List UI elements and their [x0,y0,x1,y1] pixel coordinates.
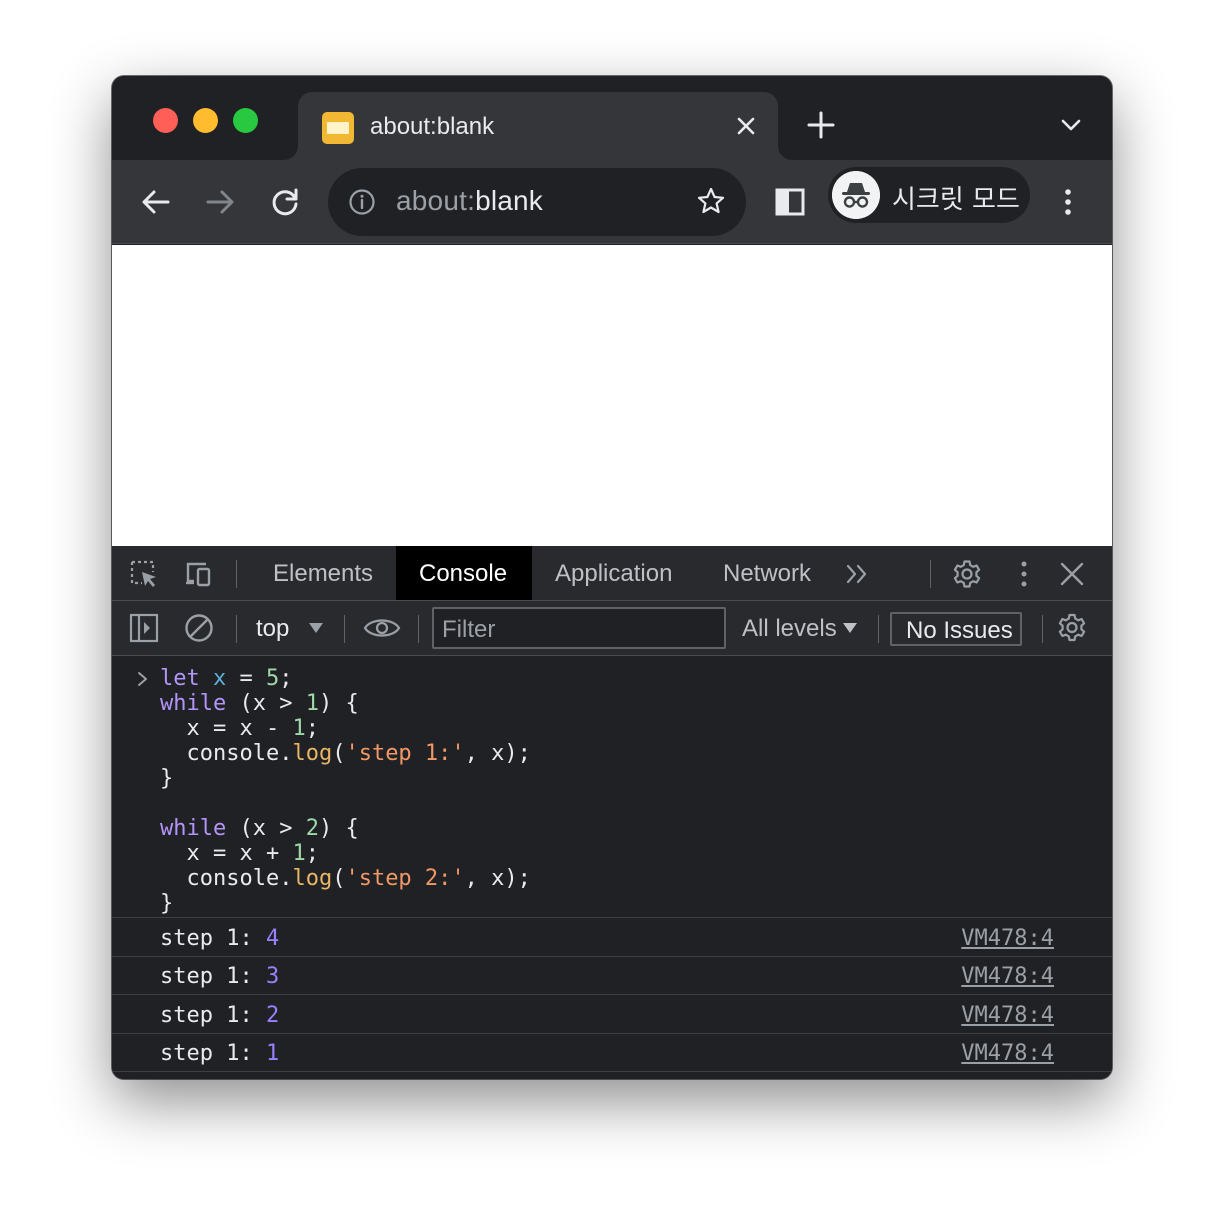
browser-window: about:blank about:blank 시크릿 모드 Elements … [112,76,1112,1079]
message-text: step 1: 3 [160,964,280,989]
console-input-entry: let x = 5; while (x > 1) { x = x - 1; co… [112,656,1112,918]
console-toolbar: top Filter All levels No Issues [112,601,1112,656]
code-line: let x = 5; [160,666,293,691]
toolbar-divider [1042,615,1043,643]
side-panel-icon[interactable] [772,184,808,220]
incognito-label: 시크릿 모드 [892,185,1020,215]
tab-title: about:blank [370,113,495,140]
element-picker-icon[interactable] [129,559,159,589]
tab-application[interactable]: Application [532,546,684,600]
reload-icon[interactable] [267,184,303,220]
page-favicon-icon [322,112,354,144]
more-tabs-chevron-icon[interactable] [844,559,874,589]
message-text: step 1: 2 [160,1003,280,1028]
console-message: step 1: 4 VM478:4 [112,919,1112,957]
filter-input[interactable]: Filter [432,607,726,649]
toolbar-divider [236,615,237,643]
settings-gear-icon[interactable] [952,559,982,589]
incognito-profile-button[interactable]: 시크릿 모드 [828,167,1030,223]
context-selector[interactable]: top [256,615,289,643]
zoom-window-button[interactable] [233,108,258,133]
message-source-link[interactable]: VM478:4 [961,964,1054,989]
devtools-panel: Elements Console Application Network top… [112,546,1112,1079]
message-source-link[interactable]: VM478:4 [961,926,1054,951]
device-toolbar-icon[interactable] [184,559,214,589]
sidebar-toggle-icon[interactable] [129,613,159,643]
toolbar-divider [418,615,419,643]
log-levels-dropdown[interactable]: All levels [742,615,837,643]
incognito-icon [832,171,880,219]
address-url: about:blank [396,185,543,216]
message-source-link[interactable]: VM478:4 [961,1003,1054,1028]
code-line: } [160,891,174,916]
kebab-menu-icon[interactable] [1050,184,1086,220]
toolbar-divider [236,560,237,588]
code-line: console.log('step 2:', x); [160,866,531,891]
console-message: step 1: 1 VM478:4 [112,1034,1112,1072]
close-window-button[interactable] [153,108,178,133]
issues-button[interactable]: No Issues [890,612,1022,646]
console-settings-gear-icon[interactable] [1057,613,1087,643]
code-line: console.log('step 1:', x); [160,741,531,766]
message-text: step 1: 4 [160,926,280,951]
forward-arrow-icon[interactable] [202,184,238,220]
console-message: step 1: 3 VM478:4 [112,957,1112,995]
levels-dropdown-arrow-icon[interactable] [843,623,857,633]
console-message: step 1: 2 VM478:4 [112,996,1112,1034]
code-line: x = x + 1; [160,841,319,866]
address-bar[interactable]: about:blank [328,168,746,236]
bookmark-star-icon[interactable] [696,186,726,216]
devtools-tab-bar: Elements Console Application Network [112,546,1112,601]
tab-console[interactable]: Console [396,546,532,600]
browser-toolbar: about:blank 시크릿 모드 [112,160,1112,244]
code-line: while (x > 1) { [160,691,359,716]
clear-console-icon[interactable] [184,613,214,643]
info-icon[interactable] [348,188,376,216]
prompt-chevron-icon [138,672,147,686]
tab-strip: about:blank [112,76,1112,160]
tab-network[interactable]: Network [702,546,822,600]
message-source-link[interactable]: VM478:4 [961,1041,1054,1066]
page-viewport[interactable] [112,245,1112,546]
context-dropdown-arrow-icon[interactable] [309,623,323,633]
toolbar-divider [930,560,931,588]
back-arrow-icon[interactable] [138,184,174,220]
code-line: } [160,766,174,791]
browser-tab[interactable]: about:blank [298,92,778,160]
tab-elements[interactable]: Elements [254,546,390,600]
devtools-menu-icon[interactable] [1009,559,1039,589]
code-line: x = x - 1; [160,716,319,741]
live-expression-eye-icon[interactable] [363,613,401,643]
close-devtools-icon[interactable] [1057,559,1087,589]
chevron-down-icon[interactable] [1060,114,1082,136]
toolbar-divider [878,615,879,643]
console-output[interactable]: let x = 5; while (x > 1) { x = x - 1; co… [112,656,1112,1079]
toolbar-divider [344,615,345,643]
code-line: while (x > 2) { [160,816,359,841]
close-icon[interactable] [732,112,760,140]
message-text: step 1: 1 [160,1041,280,1066]
new-tab-plus-icon[interactable] [806,110,836,140]
minimize-window-button[interactable] [193,108,218,133]
